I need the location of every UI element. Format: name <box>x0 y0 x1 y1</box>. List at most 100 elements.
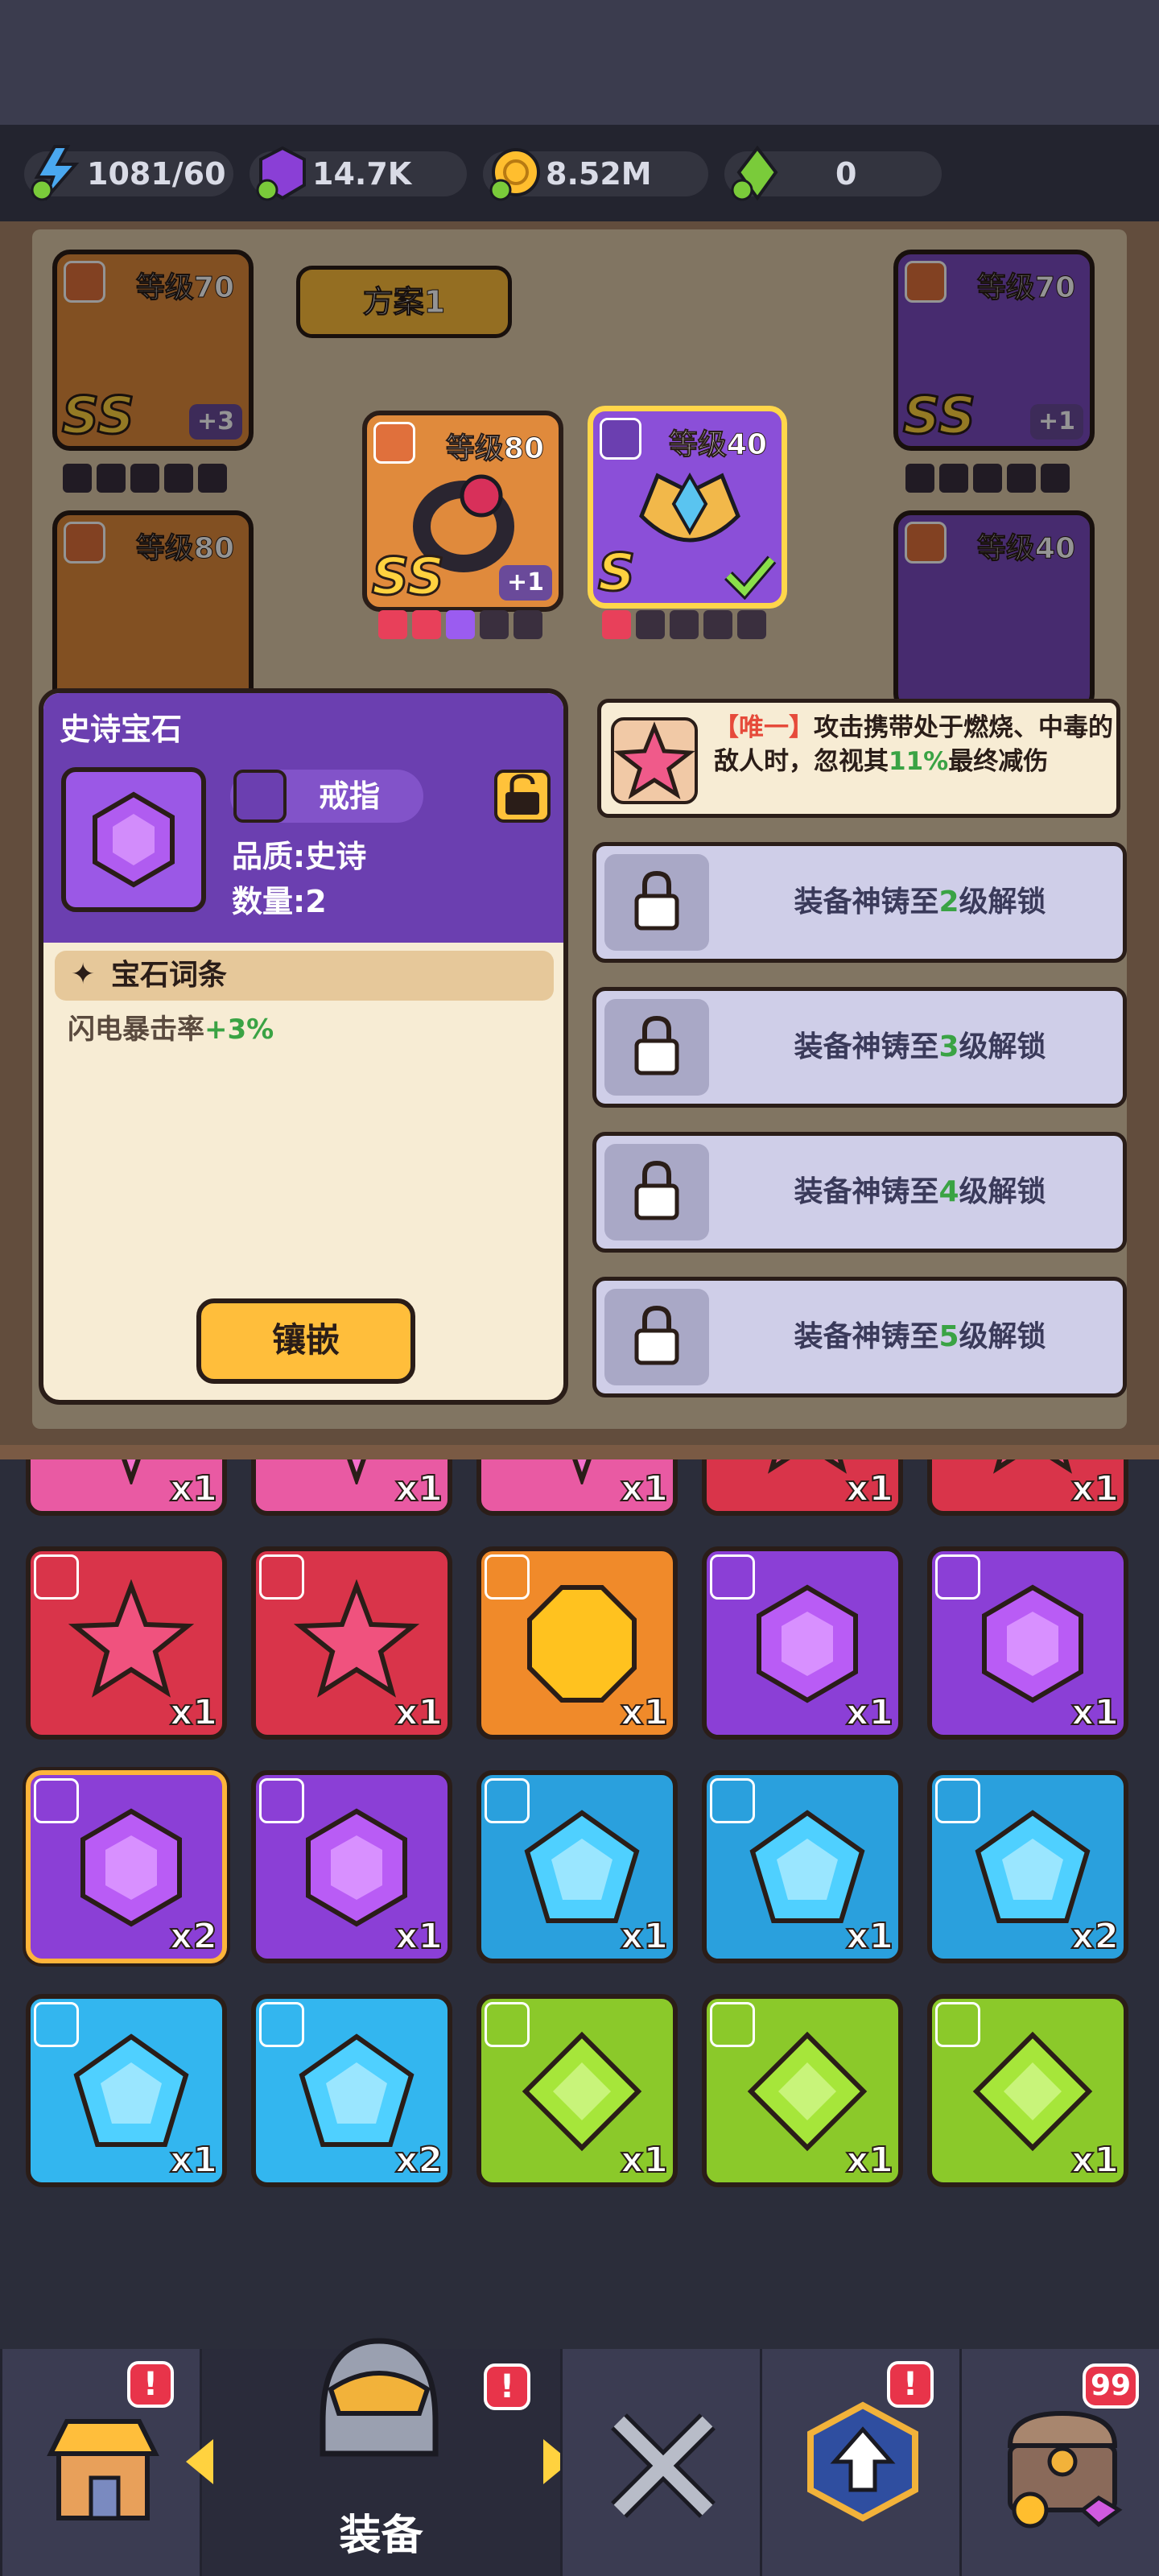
gem-preview <box>61 767 206 912</box>
ring-type-icon <box>373 422 415 464</box>
inventory-gem-slot[interactable]: x1 <box>927 1546 1128 1740</box>
prev-arrow-icon[interactable] <box>186 2439 213 2484</box>
purple-hexagon-gem-icon <box>93 791 175 888</box>
purple-hexagon-gem-icon <box>80 1808 182 1927</box>
gold-coin-icon <box>489 145 542 201</box>
inventory-gem-slot[interactable]: x1 <box>702 1459 903 1516</box>
red-star-gem-icon <box>68 1579 195 1698</box>
shop-alert-badge: ! <box>127 2361 174 2408</box>
inventory-gem-slot[interactable]: x2 <box>927 1770 1128 1963</box>
unlock-toggle-icon[interactable] <box>494 770 551 823</box>
inventory-gem-slot[interactable]: x1 <box>702 1994 903 2187</box>
nav-upgrade[interactable]: ! <box>760 2349 959 2576</box>
gold-octagon-gem-icon <box>527 1585 637 1703</box>
locked-gem-slot-2[interactable]: 装备神铸至2级解锁 <box>592 842 1127 963</box>
inventory-gem-slot[interactable]: x1 <box>927 1459 1128 1516</box>
inventory-gem-slot[interactable]: x1 <box>702 1546 903 1740</box>
gem-count: x1 <box>620 1915 669 1958</box>
inventory-gem-slot[interactable]: x1 <box>251 1770 452 1963</box>
helmet-icon <box>320 2338 439 2457</box>
status-area <box>0 0 1159 125</box>
inlay-button[interactable]: 镶嵌 <box>196 1298 415 1384</box>
affix-section-header: ✦ 宝石词条 <box>55 951 554 1001</box>
blue-pentagon-gem-icon <box>975 1810 1091 1923</box>
nav-equipment-label: 装备 <box>339 2512 423 2560</box>
locked-gem-slot-4[interactable]: 装备神铸至4级解锁 <box>592 1132 1127 1253</box>
inventory-gem-slot[interactable]: x2 <box>26 1770 227 1963</box>
checkmark-icon <box>724 555 777 600</box>
gem-resource[interactable]: 14.7K <box>250 146 467 201</box>
gem-count: x1 <box>620 1691 669 1734</box>
gem-affix: 闪电暴击率+3% <box>68 1013 274 1046</box>
purple-cube-icon <box>256 145 309 201</box>
purple-hexagon-gem-icon <box>757 1584 858 1703</box>
chest-count-badge: 99 <box>1083 2363 1139 2409</box>
inventory-gem-slot[interactable]: x1 <box>702 1770 903 1963</box>
gem-detail-popup: 史诗宝石 戒指 品质:史诗 数量:2 ✦ 宝石词条 闪电暴击率+3% 镶嵌 <box>39 688 568 1405</box>
blue-pentagon-gem-icon <box>524 1810 640 1923</box>
crystal-value: 0 <box>835 156 857 192</box>
inventory-gem-slot[interactable]: x1 <box>476 1459 678 1516</box>
gem-count: x1 <box>1070 1468 1120 1510</box>
gem-count: x1 <box>620 1468 669 1510</box>
nav-battle[interactable] <box>560 2349 760 2576</box>
popup-title: 史诗宝石 <box>60 712 183 747</box>
blue-pentagon-gem-icon <box>73 2033 189 2147</box>
gem-count: x1 <box>1070 2139 1120 2182</box>
crystal-crown-icon <box>639 472 740 543</box>
gem-count: x1 <box>845 1468 894 1510</box>
locked-gem-slot-3[interactable]: 装备神铸至3级解锁 <box>592 987 1127 1108</box>
padlock-icon <box>604 1144 709 1241</box>
inventory-gem-slot[interactable]: x1 <box>251 1459 452 1516</box>
equip-slot-ring-selected[interactable]: 等级80 SS +1 <box>362 411 563 612</box>
gem-inventory-grid: x1 x1 x1 x1 x1 x1 x1 x1 x1 x1 x2 x1 x1 x1 x2 x1 x2 x1 x1 x1 <box>23 1459 1141 2345</box>
ring-type-icon <box>600 418 641 460</box>
crossed-swords-icon <box>611 2413 716 2518</box>
quantity-label: 数量:2 <box>232 884 327 919</box>
red-star-gem-icon <box>293 1579 420 1698</box>
shop-icon <box>47 2419 159 2520</box>
inventory-gem-slot[interactable]: x1 <box>476 1994 678 2187</box>
equipment-alert-badge: ! <box>484 2363 530 2410</box>
ring-type-icon <box>233 770 287 823</box>
section-divider <box>0 1445 1159 1459</box>
inventory-gem-slot[interactable]: x1 <box>476 1770 678 1963</box>
pink-star-icon <box>611 717 698 804</box>
inventory-gem-slot[interactable]: x1 <box>26 1459 227 1516</box>
energy-resource[interactable]: 1081/60 <box>24 145 233 201</box>
inventory-gem-slot[interactable]: x1 <box>26 1546 227 1740</box>
upgrade-alert-badge: ! <box>887 2361 934 2408</box>
locked-gem-slot-5[interactable]: 装备神铸至5级解锁 <box>592 1277 1127 1397</box>
purple-hexagon-gem-icon <box>306 1808 407 1927</box>
gem-count: x1 <box>845 1691 894 1734</box>
gem-count: x1 <box>169 1468 218 1510</box>
gem-count: x1 <box>394 1691 443 1734</box>
gem-count: x1 <box>394 1468 443 1510</box>
nav-equipment[interactable]: ! 装备 <box>186 2338 571 2576</box>
gem-count: x1 <box>620 2139 669 2182</box>
nav-chest[interactable]: 99 <box>959 2349 1159 2576</box>
inventory-gem-slot[interactable]: x2 <box>251 1994 452 2187</box>
unique-effect-text: 【唯一】攻击携带处于燃烧、中毒的敌人时，忽视其11%最终减伤 <box>714 713 1113 776</box>
inventory-gem-slot[interactable]: x1 <box>476 1546 678 1740</box>
blue-pentagon-gem-icon <box>299 2033 415 2147</box>
equip-slot-necklace-selected[interactable]: 等级40 S <box>588 406 787 609</box>
gem-count: x2 <box>169 1915 218 1958</box>
inventory-gem-slot[interactable]: x1 <box>927 1994 1128 2187</box>
purple-hexagon-gem-icon <box>982 1584 1083 1703</box>
gem-count: x2 <box>394 2139 443 2182</box>
crystal-resource[interactable]: 0 <box>724 145 942 201</box>
gem-count: x2 <box>1070 1915 1120 1958</box>
gold-value: 8.52M <box>546 156 652 192</box>
green-diamond-gem-icon <box>522 2031 642 2152</box>
gem-count: x1 <box>169 1691 218 1734</box>
green-diamond-gem-icon <box>972 2031 1093 2152</box>
inventory-gem-slot[interactable]: x1 <box>251 1546 452 1740</box>
treasure-chest-icon <box>1007 2410 1123 2529</box>
green-diamond-gem-icon <box>747 2031 868 2152</box>
padlock-icon <box>604 999 709 1096</box>
nav-shop[interactable]: ! <box>0 2349 200 2576</box>
inventory-gem-slot[interactable]: x1 <box>26 1994 227 2187</box>
gem-count: x1 <box>845 2139 894 2182</box>
gold-resource[interactable]: 8.52M <box>483 148 708 201</box>
